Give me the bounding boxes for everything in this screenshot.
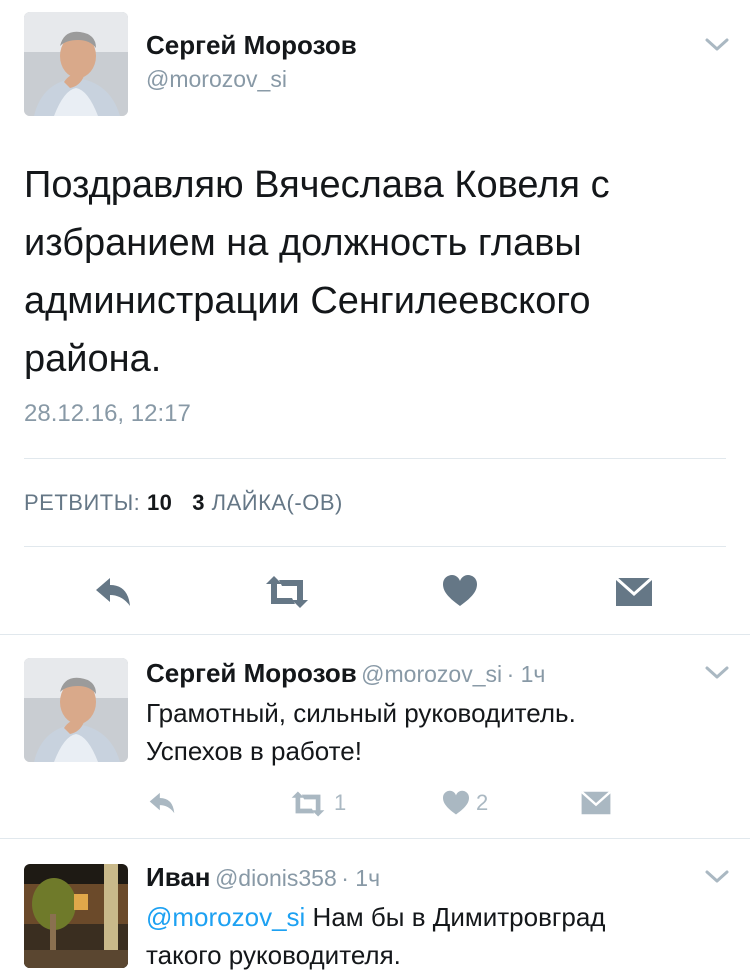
like-count: 2 bbox=[476, 790, 489, 815]
reply-text-line: Грамотный, сильный руководитель. bbox=[146, 698, 576, 728]
tweet-timestamp[interactable]: 28.12.16, 12:17 bbox=[24, 400, 191, 428]
heart-icon[interactable] bbox=[442, 790, 470, 816]
likes-label: ЛАЙКА(-ОВ) bbox=[211, 490, 343, 515]
heart-icon[interactable] bbox=[442, 574, 478, 608]
reply-text-line: Успехов в работе! bbox=[146, 736, 362, 766]
reply-author-name[interactable]: Сергей Морозов bbox=[146, 658, 357, 688]
reply-icon[interactable] bbox=[146, 790, 178, 816]
reply-author-name[interactable]: Иван bbox=[146, 862, 211, 892]
chevron-down-icon[interactable] bbox=[704, 36, 730, 54]
retweets-count[interactable]: 10 bbox=[147, 490, 172, 515]
reply-text-line: @morozov_si Нам бы в Димитровград bbox=[146, 898, 736, 936]
divider bbox=[24, 546, 726, 547]
mention-link[interactable]: @morozov_si bbox=[146, 902, 305, 932]
reply-text-segment: Нам бы в Димитровград bbox=[305, 902, 606, 932]
reply-time[interactable]: · 1ч bbox=[341, 865, 380, 891]
retweet-count: 1 bbox=[334, 790, 347, 815]
reply-avatar[interactable] bbox=[24, 864, 128, 968]
author-avatar[interactable] bbox=[24, 12, 128, 116]
retweets-label: РЕТВИТЫ: bbox=[24, 490, 141, 515]
reply-header: Сергей Морозов @morozov_si · 1ч bbox=[146, 658, 545, 689]
retweet-icon[interactable] bbox=[288, 790, 328, 818]
reply-text-line: такого руководителя. bbox=[146, 940, 401, 970]
author-handle[interactable]: @morozov_si bbox=[146, 66, 287, 93]
reply-icon[interactable] bbox=[92, 574, 134, 610]
chevron-down-icon[interactable] bbox=[704, 868, 730, 886]
reply-text: @morozov_si Нам бы в Димитровград такого… bbox=[146, 898, 736, 974]
message-icon[interactable] bbox=[614, 576, 654, 608]
divider bbox=[24, 458, 726, 459]
author-name[interactable]: Сергей Морозов bbox=[146, 30, 357, 61]
message-icon[interactable] bbox=[580, 790, 612, 816]
reply-author-handle[interactable]: @morozov_si bbox=[361, 661, 502, 687]
divider bbox=[0, 634, 750, 635]
tweet-stats: РЕТВИТЫ: 10 3 ЛАЙКА(-ОВ) bbox=[24, 490, 343, 516]
retweet-icon[interactable] bbox=[262, 574, 312, 610]
likes-count[interactable]: 3 bbox=[192, 490, 205, 515]
reply-header: Иван @dionis358 · 1ч bbox=[146, 862, 380, 893]
reply-avatar[interactable] bbox=[24, 658, 128, 762]
chevron-down-icon[interactable] bbox=[704, 664, 730, 682]
divider bbox=[0, 838, 750, 839]
reply-author-handle[interactable]: @dionis358 bbox=[215, 865, 337, 891]
tweet-text: Поздравляю Вячеслава Ковеля с избранием … bbox=[24, 164, 610, 380]
reply-text: Грамотный, сильный руководитель. Успехов… bbox=[146, 694, 726, 770]
reply-time[interactable]: · 1ч bbox=[507, 661, 546, 687]
